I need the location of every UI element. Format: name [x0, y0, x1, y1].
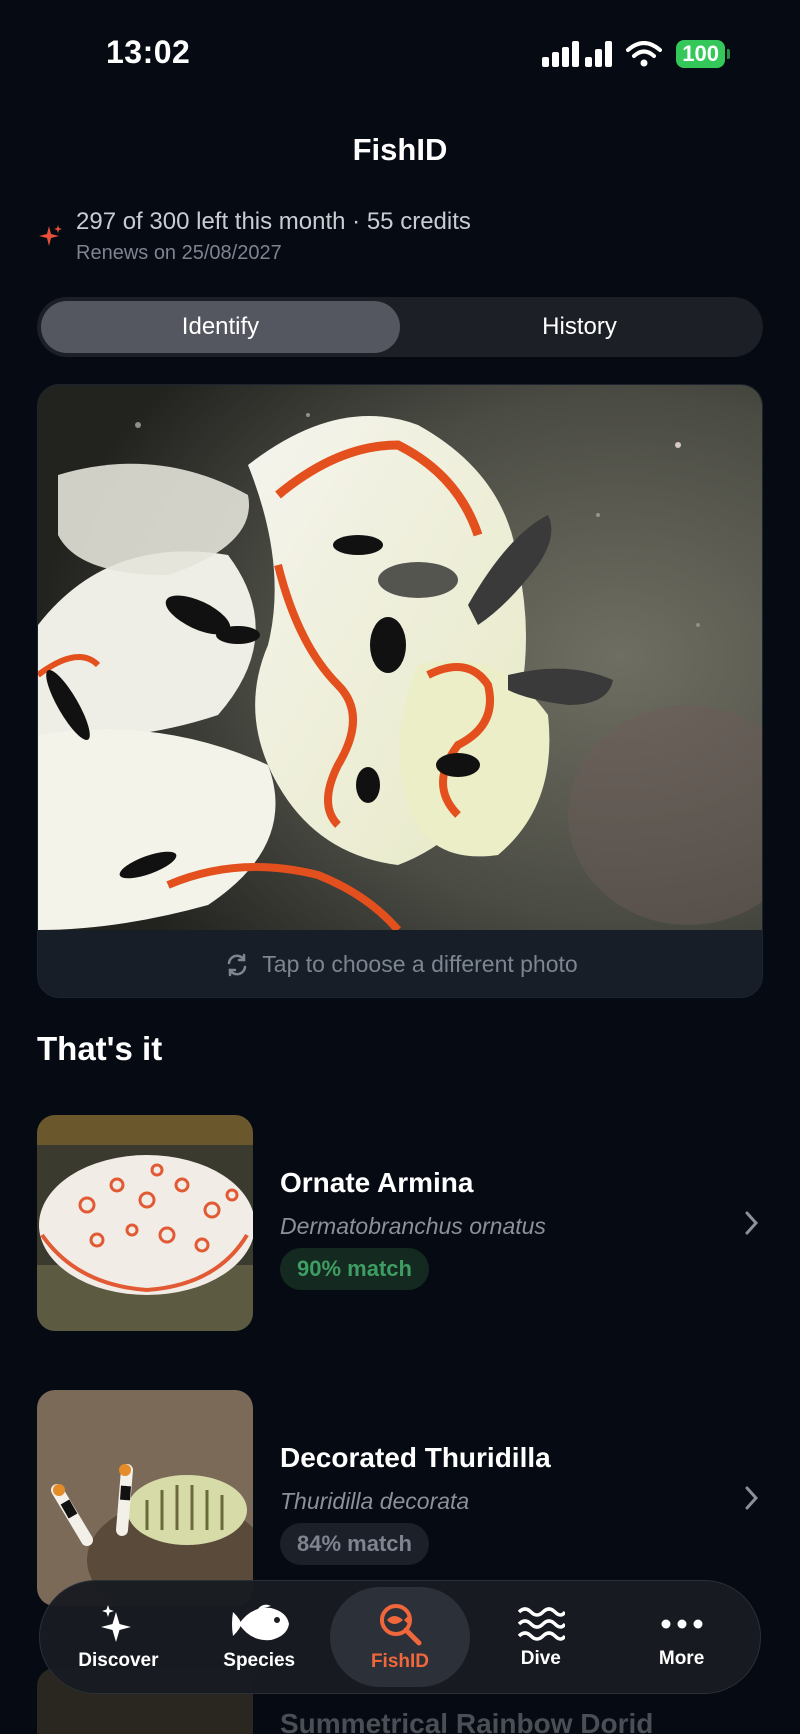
chevron-right-icon [745, 1486, 759, 1510]
fish-icon [232, 1604, 290, 1641]
result-thumbnail [37, 1115, 253, 1331]
more-icon [661, 1619, 703, 1629]
nav-dive[interactable]: Dive [470, 1587, 611, 1687]
waves-icon [517, 1607, 565, 1641]
bottom-nav: Discover Species FishID Dive More [39, 1580, 761, 1694]
cellular-signal-icon [542, 41, 613, 67]
result-scientific-name: Thuridilla decorata [280, 1488, 470, 1514]
quota-renews: Renews on 25/08/2027 [76, 242, 282, 264]
status-time: 13:02 [106, 34, 191, 70]
nav-label: Discover [78, 1650, 159, 1671]
match-badge: 90% match [280, 1248, 429, 1290]
quota-remaining: 297 of 300 left this month · 55 credits [76, 208, 471, 235]
chevron-right-icon [745, 1211, 759, 1235]
nav-species[interactable]: Species [189, 1587, 330, 1687]
results-heading: That's it [37, 1030, 163, 1067]
nav-label: More [658, 1648, 705, 1669]
nav-label: FishID [370, 1651, 430, 1672]
nav-fishid[interactable]: FishID [329, 1587, 471, 1687]
result-name: Ornate Armina [280, 1167, 474, 1198]
identify-history-toggle: Identify History [37, 297, 763, 357]
battery-level: 100 [676, 40, 725, 68]
result-name: Summetrical Rainbow Dorid [280, 1708, 654, 1734]
nav-label: Dive [520, 1648, 561, 1669]
nav-discover[interactable]: Discover [48, 1587, 189, 1687]
nav-label: Species [223, 1650, 296, 1671]
uploaded-photo [38, 385, 762, 930]
battery-icon: 100 [676, 40, 730, 68]
result-name: Decorated Thuridilla [280, 1442, 551, 1473]
result-row[interactable]: Decorated Thuridilla Thuridilla decorata… [37, 1390, 763, 1606]
result-row[interactable]: Ornate Armina Dermatobranchus ornatus 90… [37, 1115, 763, 1331]
tab-history[interactable]: History [400, 301, 759, 353]
sparkle-icon [39, 225, 62, 246]
result-scientific-name: Dermatobranchus ornatus [280, 1213, 546, 1239]
status-icons: 100 [542, 40, 730, 68]
quota-info: 297 of 300 left this month · 55 credits … [38, 208, 471, 265]
match-badge: 84% match [280, 1523, 429, 1565]
change-photo-button[interactable]: Tap to choose a different photo [38, 930, 762, 997]
photo-card[interactable]: Tap to choose a different photo [37, 384, 763, 998]
sparkles-icon [101, 1605, 132, 1642]
nav-more[interactable]: More [611, 1587, 752, 1687]
fish-search-icon [379, 1604, 422, 1646]
refresh-icon [228, 953, 247, 976]
page-title: FishID [352, 132, 448, 167]
tab-identify[interactable]: Identify [41, 301, 400, 353]
change-photo-label: Tap to choose a different photo [262, 951, 578, 977]
status-bar: 13:02 100 [0, 0, 800, 110]
wifi-icon [626, 41, 663, 67]
result-thumbnail [37, 1390, 253, 1606]
